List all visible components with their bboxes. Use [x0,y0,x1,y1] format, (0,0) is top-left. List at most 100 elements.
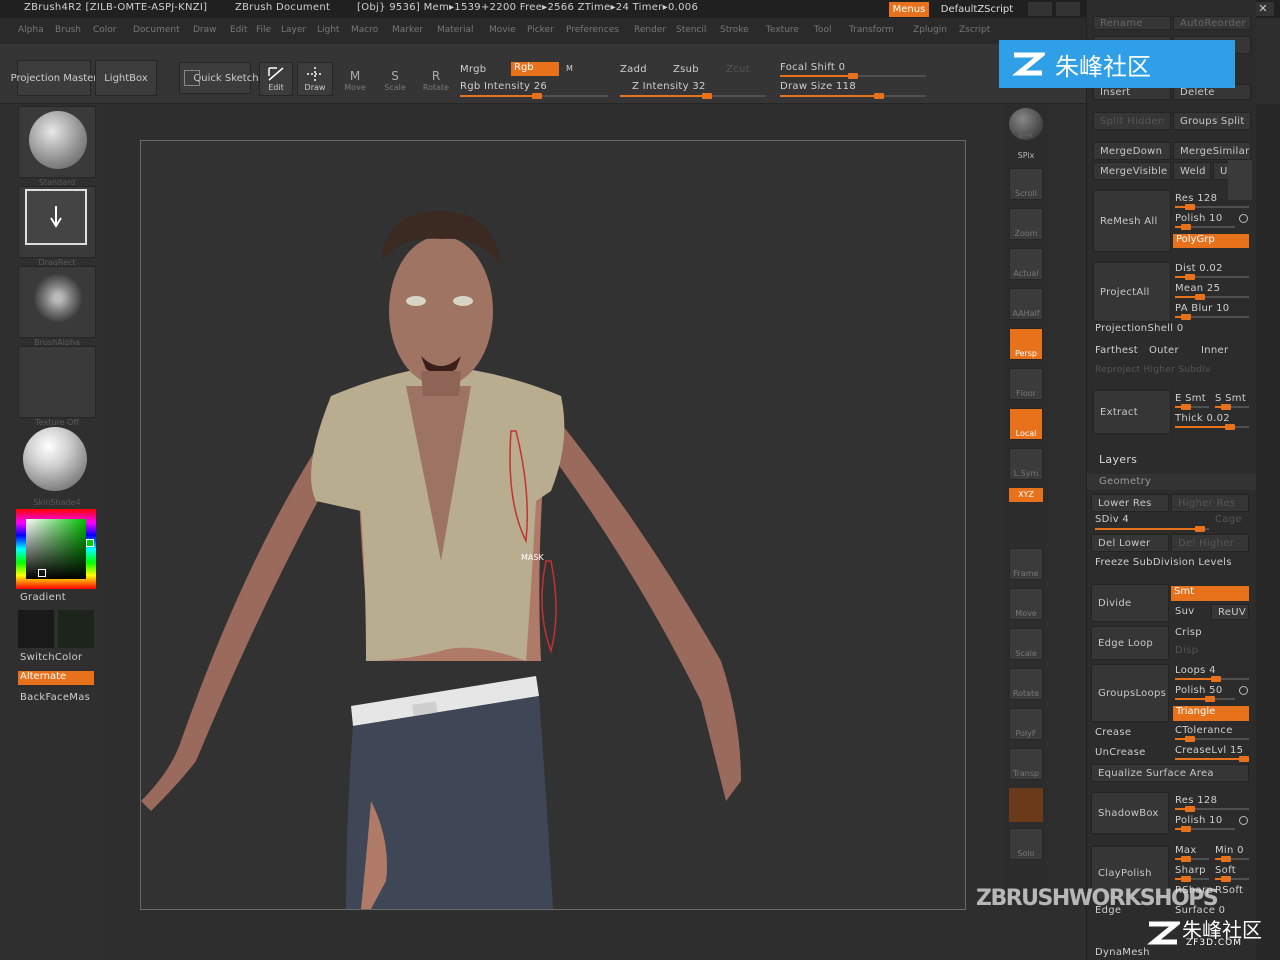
shadowbox-button[interactable]: ShadowBox [1091,792,1169,834]
menu-light[interactable]: Light [317,25,339,35]
cage-button[interactable]: Cage [1215,514,1242,525]
projectionshell-slider[interactable]: ProjectionShell 0 [1095,323,1183,334]
menu-layer[interactable]: Layer [281,25,306,35]
uncrease-button[interactable]: UnCrease [1095,747,1146,758]
creaselvl-track[interactable] [1175,756,1249,762]
spix-button[interactable]: SPix [1009,148,1043,162]
rotate-button[interactable]: R Rotate [420,62,452,96]
rgb-intensity-slider[interactable]: Rgb Intensity 26 [460,81,547,92]
canvas-viewport[interactable]: MASK [140,140,966,910]
smt-button[interactable]: Smt [1171,586,1249,601]
mergevisible-button[interactable]: MergeVisible [1093,162,1171,180]
bpr-button[interactable]: BPR [1009,108,1043,140]
menu-document[interactable]: Document [133,25,180,35]
aahalf-button[interactable]: AAHalf [1009,288,1043,320]
groupsloops-button[interactable]: GroupsLoops [1091,664,1169,722]
backfacemask-button[interactable]: BackFaceMas [20,692,90,703]
menu-texture[interactable]: Texture [766,25,799,35]
secondary-color-swatch[interactable] [58,610,94,648]
lower-res-button[interactable]: Lower Res [1091,494,1169,512]
split-hidden-button[interactable]: Split Hidden [1093,112,1171,130]
mean-track[interactable] [1175,294,1249,300]
polish-50-track[interactable] [1175,696,1235,702]
max-slider[interactable]: Max [1175,845,1197,856]
texture-thumbnail[interactable]: Texture Off [18,346,96,427]
draw-size-slider[interactable]: Draw Size 118 [780,81,856,92]
zoom-button[interactable]: Zoom [1009,208,1043,240]
menu-stroke[interactable]: Stroke [720,25,749,35]
menu-tool[interactable]: Tool [814,25,831,35]
alternate-button[interactable]: Alternate [18,671,94,685]
del-higher-button[interactable]: Del Higher [1171,534,1249,552]
geometry-header[interactable]: Geometry [1087,474,1257,490]
layers-header[interactable]: Layers [1099,453,1137,466]
menu-movie[interactable]: Movie [489,25,516,35]
dynamesh-button[interactable]: DynaMesh [1095,947,1150,958]
menu-picker[interactable]: Picker [527,25,554,35]
menu-stencil[interactable]: Stencil [676,25,706,35]
color-picker-square[interactable] [26,519,86,579]
disp-button[interactable]: Disp [1175,645,1198,656]
loops-track[interactable] [1175,676,1249,682]
creaselvl-slider[interactable]: CreaseLvl 15 [1175,745,1243,756]
menu-material[interactable]: Material [437,25,474,35]
inner-button[interactable]: Inner [1201,345,1228,356]
zsub-button[interactable]: Zsub [673,64,699,75]
rgb-intensity-track[interactable] [460,93,608,99]
focal-shift-track[interactable] [780,73,926,79]
sharp-slider[interactable]: Sharp [1175,865,1206,876]
menu-file[interactable]: File [256,25,271,35]
groups-split-button[interactable]: Groups Split [1173,112,1251,130]
menu-macro[interactable]: Macro [351,25,378,35]
zcut-button[interactable]: Zcut [726,64,750,75]
thick-track[interactable] [1175,424,1249,430]
local-button[interactable]: Local [1009,408,1043,440]
shadowbox-res-slider[interactable]: Res 128 [1175,795,1217,806]
gradient-button[interactable]: Gradient [20,592,66,603]
e-smt-slider[interactable]: E Smt [1175,393,1206,404]
default-zscript-button[interactable]: DefaultZScript [932,2,1022,17]
menu-edit[interactable]: Edit [230,25,247,35]
del-lower-button[interactable]: Del Lower [1091,534,1169,552]
autoreorder-button[interactable]: AutoReorder [1173,16,1251,30]
shadowbox-polish-track[interactable] [1175,826,1235,832]
rsoft-slider[interactable]: RSoft [1215,885,1243,896]
pa-blur-slider[interactable]: PA Blur 10 [1175,303,1229,314]
shadowbox-res-track[interactable] [1175,806,1249,812]
sharp-track[interactable] [1175,876,1209,882]
menu-transform[interactable]: Transform [849,25,894,35]
crease-button[interactable]: Crease [1095,727,1131,738]
rgb-button[interactable]: Rgb [511,62,559,76]
focal-shift-slider[interactable]: Focal Shift 0 [780,62,845,73]
s-smt-track[interactable] [1215,404,1249,410]
draw-size-track[interactable] [780,93,926,99]
scale-button[interactable]: Scale [1009,628,1043,660]
equalize-surface-area-button[interactable]: Equalize Surface Area [1091,764,1249,782]
scroll-thumb[interactable] [1228,160,1252,200]
menu-draw[interactable]: Draw [193,25,217,35]
switchcolor-button[interactable]: SwitchColor [20,652,82,663]
menu-render[interactable]: Render [634,25,666,35]
higher-res-button[interactable]: Higher Res [1171,494,1249,512]
triangle-button[interactable]: Triangle [1173,706,1249,721]
res-slider[interactable]: Res 128 [1175,193,1217,204]
menu-preferences[interactable]: Preferences [566,25,619,35]
min-slider[interactable]: Min 0 [1215,845,1244,856]
polish-track[interactable] [1175,224,1235,230]
polish-50-slider[interactable]: Polish 50 [1175,685,1223,696]
dynamic-persp-button[interactable] [1009,788,1043,822]
freeze-subdivision-button[interactable]: Freeze SubDivision Levels [1095,557,1232,568]
persp-button[interactable]: Persp [1009,328,1043,360]
ctolerance-slider[interactable]: CTolerance [1175,725,1233,736]
extract-button[interactable]: Extract [1093,390,1171,434]
solo-button[interactable]: Solo [1009,828,1043,860]
outer-button[interactable]: Outer [1149,345,1179,356]
transp-button[interactable]: Transp [1009,748,1043,780]
zadd-button[interactable]: Zadd [620,64,647,75]
actual-button[interactable]: Actual [1009,248,1043,280]
mergesimilar-button[interactable]: MergeSimilar [1173,142,1251,160]
move-button[interactable]: M Move [340,62,370,96]
material-thumbnail[interactable]: SkinShade4 [18,426,96,507]
sdiv-track[interactable] [1095,526,1209,532]
loops-slider[interactable]: Loops 4 [1175,665,1216,676]
